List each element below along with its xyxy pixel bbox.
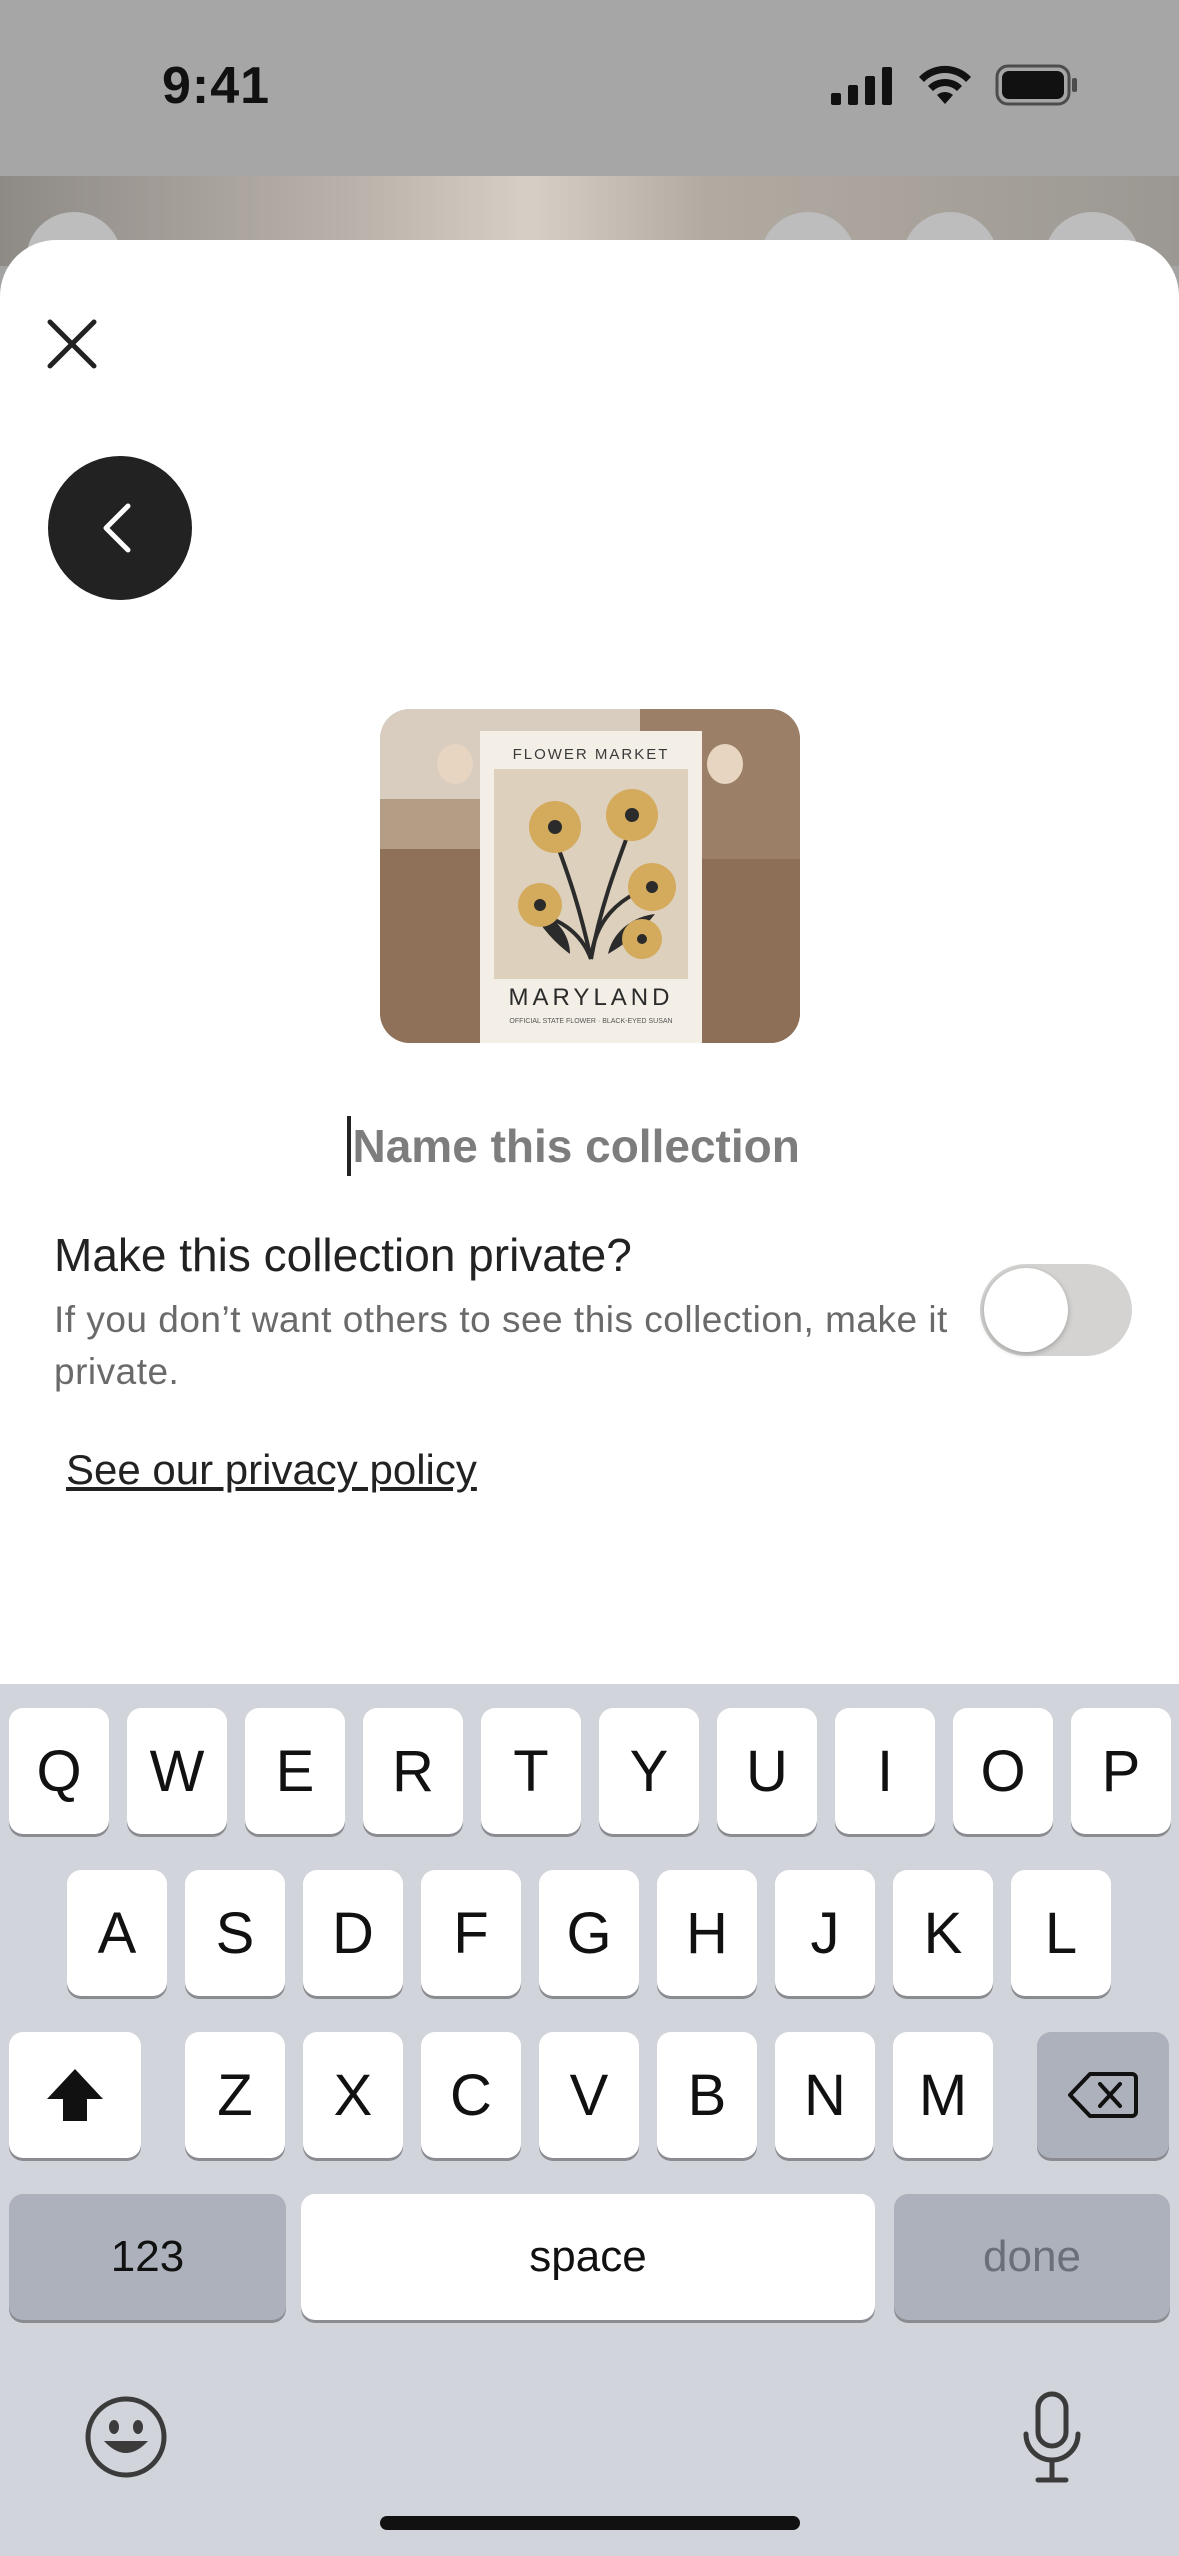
emoji-icon <box>85 2396 167 2478</box>
private-toggle[interactable] <box>980 1264 1132 1356</box>
poster-caption: OFFICIAL STATE FLOWER · BLACK-EYED SUSAN <box>509 1018 672 1025</box>
shift-icon <box>47 2069 103 2121</box>
private-toggle-description: If you don’t want others to see this col… <box>54 1299 948 1392</box>
key-b[interactable]: B <box>657 2032 757 2158</box>
key-i[interactable]: I <box>835 1708 935 1834</box>
chevron-left-icon <box>103 503 131 553</box>
toggle-knob <box>984 1268 1068 1352</box>
key-w[interactable]: W <box>127 1708 227 1834</box>
cellular-signal-icon <box>831 67 892 105</box>
key-r[interactable]: R <box>363 1708 463 1834</box>
key-d[interactable]: D <box>303 1870 403 1996</box>
status-time: 9:41 <box>162 57 271 115</box>
battery-icon <box>995 64 1077 106</box>
key-x[interactable]: X <box>303 2032 403 2158</box>
status-icons <box>831 64 1079 106</box>
dictation-button[interactable] <box>1016 2390 1088 2491</box>
microphone-icon <box>1023 2391 1081 2483</box>
text-caret <box>346 1116 351 1176</box>
delete-icon <box>1068 2072 1138 2118</box>
collection-thumbnail: FLOWER MARKET MARYLAND OFFICIAL STATE FL… <box>380 709 800 1043</box>
key-e[interactable]: E <box>245 1708 345 1834</box>
close-button[interactable] <box>40 312 104 376</box>
key-y[interactable]: Y <box>599 1708 699 1834</box>
privacy-policy-link[interactable]: See our privacy policy <box>66 1446 477 1494</box>
key-k[interactable]: K <box>893 1870 993 1996</box>
key-u[interactable]: U <box>717 1708 817 1834</box>
home-indicator <box>380 2516 800 2530</box>
key-n[interactable]: N <box>775 2032 875 2158</box>
key-v[interactable]: V <box>539 2032 639 2158</box>
key-f[interactable]: F <box>421 1870 521 1996</box>
collection-name-input[interactable] <box>352 1119 833 1173</box>
close-icon <box>47 319 97 369</box>
shift-key[interactable] <box>9 2032 141 2158</box>
key-g[interactable]: G <box>539 1870 639 1996</box>
numbers-key[interactable]: 123 <box>9 2194 286 2320</box>
status-bar: 9:41 <box>0 0 1179 176</box>
key-s[interactable]: S <box>185 1870 285 1996</box>
space-key[interactable]: space <box>301 2194 875 2320</box>
key-p[interactable]: P <box>1071 1708 1171 1834</box>
delete-key[interactable] <box>1037 2032 1169 2158</box>
poster-title: FLOWER MARKET <box>513 746 670 763</box>
key-a[interactable]: A <box>67 1870 167 1996</box>
key-c[interactable]: C <box>421 2032 521 2158</box>
done-key[interactable]: done <box>894 2194 1170 2320</box>
poster-state: MARYLAND <box>509 984 674 1011</box>
poster-image: FLOWER MARKET MARYLAND OFFICIAL STATE FL… <box>380 709 800 1043</box>
key-t[interactable]: T <box>481 1708 581 1834</box>
private-toggle-title: Make this collection private? <box>54 1229 632 1281</box>
key-j[interactable]: J <box>775 1870 875 1996</box>
back-button[interactable] <box>48 456 192 600</box>
key-l[interactable]: L <box>1011 1870 1111 1996</box>
wifi-icon <box>919 65 971 104</box>
key-h[interactable]: H <box>657 1870 757 1996</box>
key-m[interactable]: M <box>893 2032 993 2158</box>
collection-name-row <box>0 1110 1179 1182</box>
key-o[interactable]: O <box>953 1708 1053 1834</box>
emoji-button[interactable] <box>84 2395 168 2484</box>
key-q[interactable]: Q <box>9 1708 109 1834</box>
key-z[interactable]: Z <box>185 2032 285 2158</box>
